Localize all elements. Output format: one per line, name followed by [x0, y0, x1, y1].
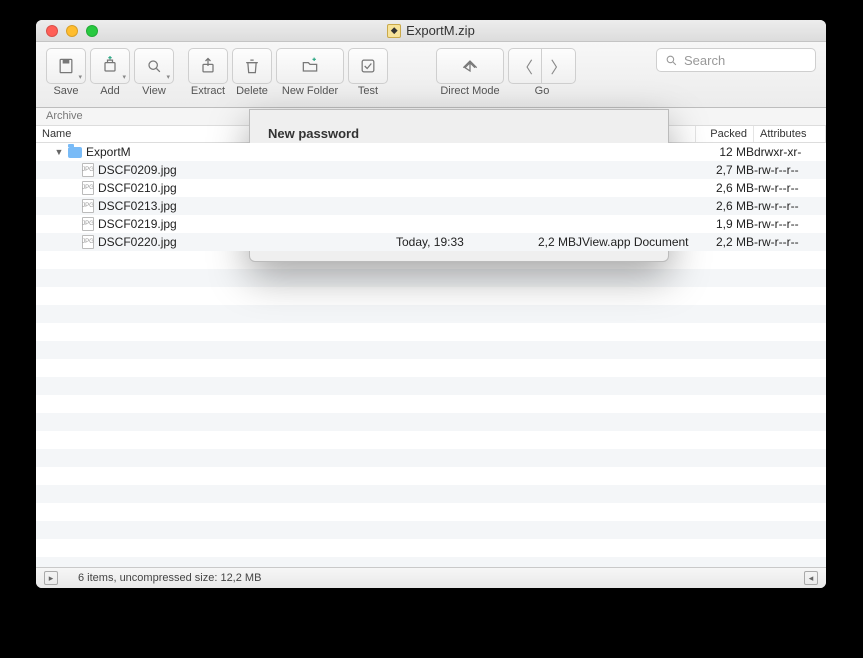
file-attributes: -rw-r--r--: [754, 163, 826, 177]
file-row[interactable]: JPG DSCF0219.jpg 1,9 MB -rw-r--r--: [36, 215, 826, 233]
view-label: View: [142, 85, 166, 97]
extract-label: Extract: [191, 85, 225, 97]
save-icon: [56, 56, 76, 76]
test-button[interactable]: [348, 48, 388, 84]
disclosure-triangle[interactable]: ▼: [54, 147, 64, 157]
folder-name: ExportM: [86, 145, 131, 159]
new-folder-icon: [300, 56, 320, 76]
dialog-title: New password: [268, 126, 650, 141]
delete-label: Delete: [236, 85, 268, 97]
folder-icon: [68, 147, 82, 158]
file-attributes: -rw-r--r--: [754, 235, 826, 249]
minimize-window-button[interactable]: [66, 25, 78, 37]
image-file-icon: JPG: [82, 181, 94, 195]
toolbar: ▾ Save ▾ Add ▾ View Extract: [36, 42, 826, 108]
image-file-icon: JPG: [82, 235, 94, 249]
status-text: 6 items, uncompressed size: 12,2 MB: [78, 572, 261, 584]
search-icon: [665, 54, 678, 67]
titlebar: ◆ ExportM.zip: [36, 20, 826, 42]
direct-mode-label: Direct Mode: [440, 85, 499, 97]
image-file-icon: JPG: [82, 217, 94, 231]
column-packed[interactable]: Packed: [696, 126, 754, 142]
file-packed: 2,6 MB: [696, 181, 754, 195]
file-packed: 1,9 MB: [696, 217, 754, 231]
go-label: Go: [535, 85, 550, 97]
file-date: Today, 19:33: [396, 235, 516, 249]
file-name: DSCF0213.jpg: [98, 199, 177, 213]
main-window: ◆ ExportM.zip ▾ Save ▾ Add ▾ View: [36, 20, 826, 588]
save-label: Save: [53, 85, 78, 97]
search-input[interactable]: Search: [656, 48, 816, 72]
add-icon: [100, 56, 120, 76]
add-label: Add: [100, 85, 120, 97]
image-file-icon: JPG: [82, 199, 94, 213]
file-row[interactable]: JPG DSCF0210.jpg 2,6 MB -rw-r--r--: [36, 179, 826, 197]
test-icon: [358, 56, 378, 76]
archive-icon: ◆: [387, 24, 401, 38]
test-label: Test: [358, 85, 378, 97]
go-back-button[interactable]: 〈: [508, 48, 542, 84]
file-row[interactable]: JPG DSCF0213.jpg 2,6 MB -rw-r--r--: [36, 197, 826, 215]
delete-button[interactable]: [232, 48, 272, 84]
folder-row[interactable]: ▼ ExportM 12 MB drwxr-xr-: [36, 143, 826, 161]
file-list: ▼ ExportM 12 MB drwxr-xr- JPG DSCF0209.jpg…: [36, 143, 826, 567]
extract-button[interactable]: [188, 48, 228, 84]
folder-packed: 12 MB: [696, 145, 754, 159]
search-placeholder: Search: [684, 53, 725, 68]
file-name: DSCF0209.jpg: [98, 163, 177, 177]
file-name: DSCF0210.jpg: [98, 181, 177, 195]
chevron-right-icon: 〉: [550, 54, 566, 78]
file-attributes: -rw-r--r--: [754, 199, 826, 213]
status-right-icon[interactable]: ◂: [804, 571, 818, 585]
window-title: ExportM.zip: [406, 23, 475, 38]
file-row[interactable]: JPG DSCF0220.jpg Today, 19:33 2,2 MB JVie…: [36, 233, 826, 251]
save-button[interactable]: ▾: [46, 48, 86, 84]
view-icon: [144, 56, 164, 76]
zoom-window-button[interactable]: [86, 25, 98, 37]
status-bar: ▸ 6 items, uncompressed size: 12,2 MB ◂: [36, 567, 826, 588]
file-row[interactable]: JPG DSCF0209.jpg 2,7 MB -rw-r--r--: [36, 161, 826, 179]
direct-mode-icon: [460, 56, 480, 76]
file-packed: 2,6 MB: [696, 199, 754, 213]
image-file-icon: JPG: [82, 163, 94, 177]
view-button[interactable]: ▾: [134, 48, 174, 84]
file-attributes: -rw-r--r--: [754, 181, 826, 195]
direct-mode-button[interactable]: [436, 48, 504, 84]
folder-attributes: drwxr-xr-: [754, 145, 826, 159]
close-window-button[interactable]: [46, 25, 58, 37]
status-left-icon[interactable]: ▸: [44, 571, 58, 585]
file-name: DSCF0220.jpg: [98, 235, 177, 249]
extract-icon: [198, 56, 218, 76]
new-folder-button[interactable]: [276, 48, 344, 84]
column-attributes[interactable]: Attributes: [754, 126, 826, 142]
new-folder-label: New Folder: [282, 85, 338, 97]
file-type: JView.app Document: [576, 235, 696, 249]
file-packed: 2,7 MB: [696, 163, 754, 177]
file-packed: 2,2 MB: [696, 235, 754, 249]
add-button[interactable]: ▾: [90, 48, 130, 84]
file-attributes: -rw-r--r--: [754, 217, 826, 231]
file-size: 2,2 MB: [516, 235, 576, 249]
file-name: DSCF0219.jpg: [98, 217, 177, 231]
go-forward-button[interactable]: 〉: [542, 48, 576, 84]
trash-icon: [242, 56, 262, 76]
chevron-left-icon: 〈: [517, 54, 533, 78]
